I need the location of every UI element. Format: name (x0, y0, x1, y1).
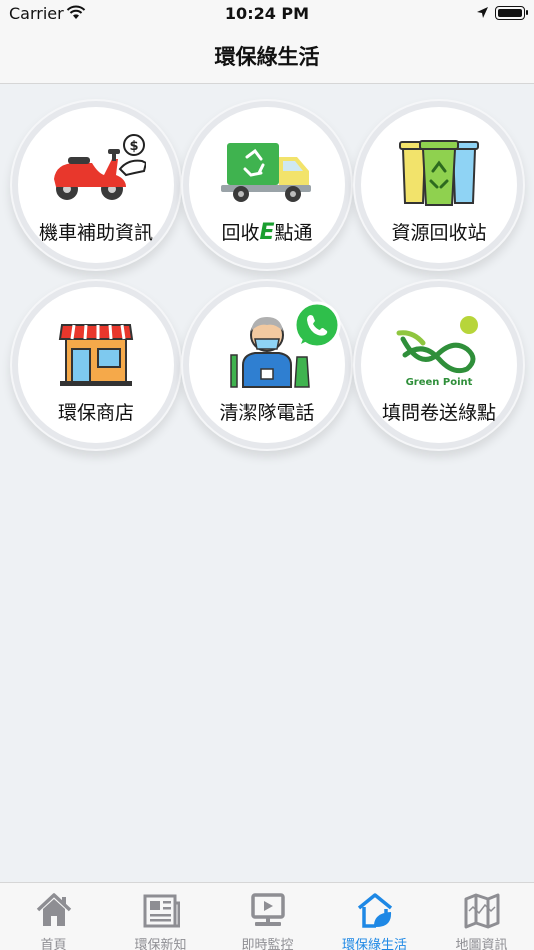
recycle-truck-icon (221, 143, 311, 202)
scooter-subsidy-icon: $ (54, 134, 146, 200)
monitor-icon (251, 893, 285, 926)
status-bar: Carrier 10:24 PM (0, 0, 534, 26)
tile-label: 回收E點通 (221, 220, 313, 245)
recycle-e-point-button[interactable]: 回收E點通 (189, 107, 345, 263)
tile-label: 填問卷送綠點 (381, 402, 496, 424)
tab-map-info[interactable]: 地圖資訊 (428, 883, 534, 950)
tab-home[interactable]: 首頁 (0, 883, 107, 950)
store-icon (58, 324, 134, 386)
battery-icon (495, 6, 528, 20)
recycle-station-button[interactable]: 資源回收站 (361, 107, 517, 263)
svg-text:$: $ (129, 139, 138, 154)
tile-label: 資源回收站 (391, 222, 487, 244)
newspaper-icon (143, 894, 180, 928)
tab-label: 地圖資訊 (455, 938, 508, 950)
green-point-logo: Green Point (396, 316, 478, 388)
recycle-bins-icon (399, 140, 479, 206)
eco-store-button[interactable]: 環保商店 (18, 287, 174, 443)
tab-label: 環保綠生活 (341, 938, 407, 950)
location-arrow-icon (477, 7, 488, 18)
svg-text:Green Point: Green Point (406, 377, 473, 388)
leaf-house-icon (357, 893, 393, 928)
navigation-bar: 環保綠生活 (0, 26, 534, 84)
status-time: 10:24 PM (224, 4, 310, 23)
tab-label: 首頁 (40, 938, 67, 950)
tab-eco-news[interactable]: 環保新知 (107, 883, 214, 950)
page-title: 環保綠生活 (214, 45, 320, 69)
map-icon (464, 893, 500, 929)
whatsapp-phone-icon[interactable] (292, 300, 342, 350)
tile-label: 清潔隊電話 (219, 402, 315, 424)
tab-label: 環保新知 (134, 938, 187, 950)
tile-label: 環保商店 (57, 402, 134, 424)
tile-label: 機車補助資訊 (38, 222, 153, 244)
home-icon (36, 893, 72, 926)
tab-green-life[interactable]: 環保綠生活 (321, 883, 428, 950)
tab-label: 即時監控 (241, 938, 294, 950)
green-point-survey-button[interactable]: Green Point 填問卷送綠點 (361, 287, 517, 443)
tab-bar: 首頁 環保新知 即時監控 環保綠生活 地圖資訊 (0, 882, 534, 950)
scooter-subsidy-button[interactable]: $ 機車補助資訊 (18, 107, 174, 263)
tab-live-monitor[interactable]: 即時監控 (214, 883, 321, 950)
